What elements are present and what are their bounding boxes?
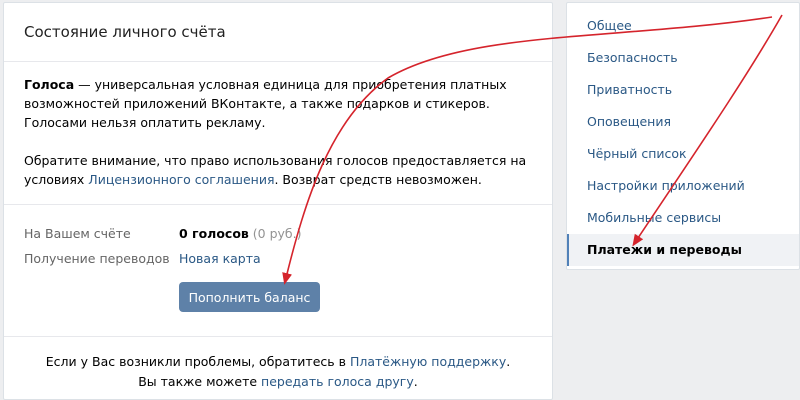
card-header: Состояние личного счёта [4, 3, 552, 62]
balance-block: На Вашем счёте 0 голосов (0 руб.) Получе… [4, 205, 552, 337]
sidebar-item-general[interactable]: Общее [567, 10, 799, 42]
page-title: Состояние личного счёта [24, 23, 226, 41]
sidebar-item-payments[interactable]: Платежи и переводы [567, 234, 799, 266]
info-block: Голоса — универсальная условная единица … [4, 62, 552, 205]
help-footer: Если у Вас возникли проблемы, обратитесь… [4, 337, 552, 392]
payment-support-link[interactable]: Платёжную поддержку [350, 354, 506, 369]
gift-line: Вы также можете передать голоса другу. [4, 372, 552, 392]
sidebar-item-security[interactable]: Безопасность [567, 42, 799, 74]
new-card-link[interactable]: Новая карта [179, 251, 261, 266]
license-agreement-link[interactable]: Лицензионного соглашения [88, 172, 274, 187]
sidebar-item-privacy[interactable]: Приватность [567, 74, 799, 106]
account-status-card: Состояние личного счёта Голоса — универс… [3, 2, 553, 400]
gift-line-suffix: . [413, 374, 418, 389]
account-balance-row: На Вашем счёте 0 голосов (0 руб.) [24, 221, 532, 246]
account-balance-value: 0 голосов (0 руб.) [179, 226, 302, 241]
topup-balance-button[interactable]: Пополнить баланс [179, 282, 320, 312]
votes-term: Голоса [24, 77, 75, 92]
sidebar-item-blacklist[interactable]: Чёрный список [567, 138, 799, 170]
sidebar-item-app-settings[interactable]: Настройки приложений [567, 170, 799, 202]
transfer-receive-label: Получение переводов [24, 251, 170, 266]
votes-count: 0 голосов [179, 226, 249, 241]
settings-sidebar: Общее Безопасность Приватность Оповещени… [566, 2, 800, 270]
refund-notice: Обратите внимание, что право использован… [24, 151, 532, 189]
support-line-prefix: Если у Вас возникли проблемы, обратитесь… [45, 354, 350, 369]
refund-notice-suffix: . Возврат средств невозможен. [274, 172, 482, 187]
support-line: Если у Вас возникли проблемы, обратитесь… [4, 352, 552, 372]
votes-definition: Голоса — универсальная условная единица … [24, 75, 532, 132]
account-balance-label: На Вашем счёте [24, 226, 131, 241]
votes-definition-text: — универсальная условная единица для при… [24, 77, 507, 130]
rubles-equivalent: (0 руб.) [248, 226, 302, 241]
sidebar-item-notifications[interactable]: Оповещения [567, 106, 799, 138]
gift-line-prefix: Вы также можете [138, 374, 262, 389]
support-line-suffix: . [506, 354, 511, 369]
transfer-votes-link[interactable]: передать голоса другу [261, 374, 414, 389]
transfer-receive-row: Получение переводов Новая карта [24, 246, 532, 271]
sidebar-item-mobile-services[interactable]: Мобильные сервисы [567, 202, 799, 234]
